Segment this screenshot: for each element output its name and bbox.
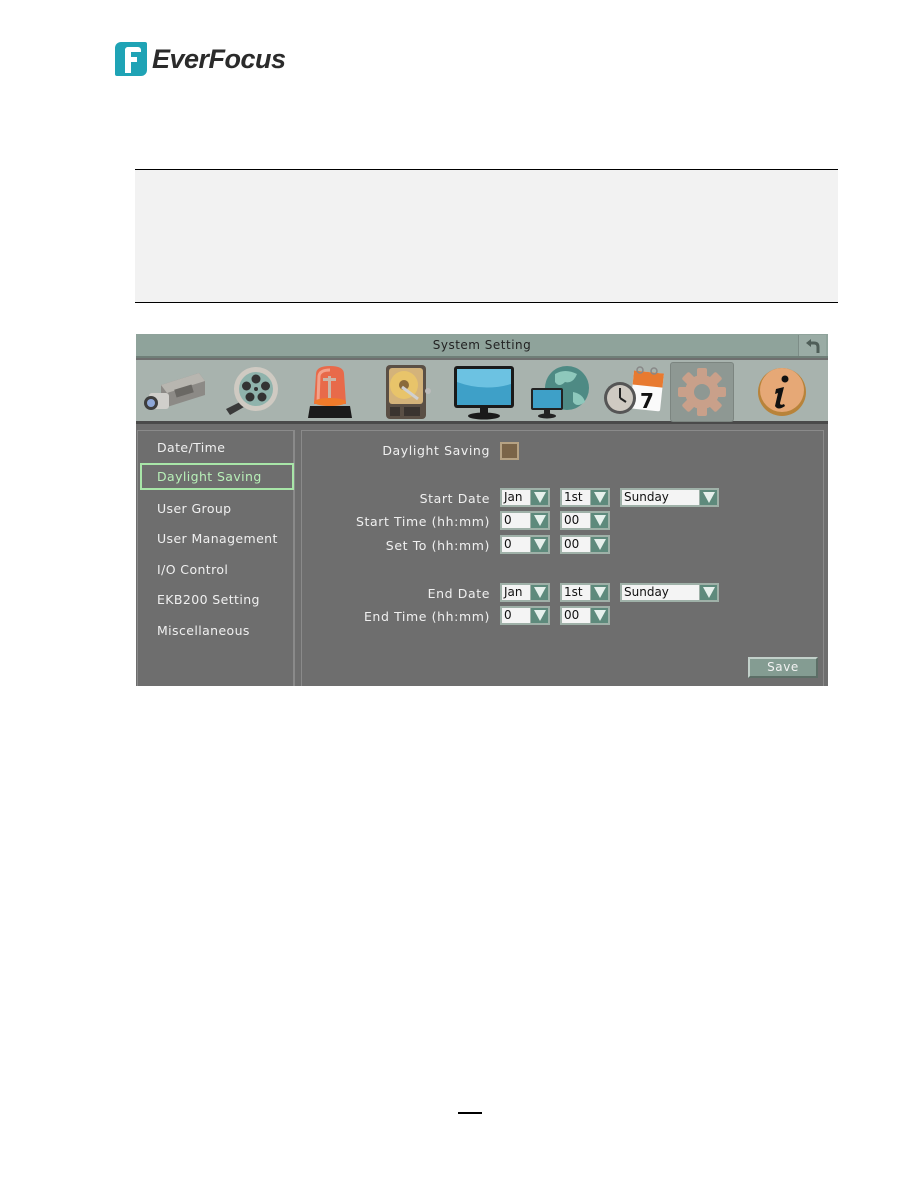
monitor-icon xyxy=(454,366,514,420)
start-date-label: Start Date xyxy=(419,491,490,506)
daylight-saving-checkbox[interactable] xyxy=(500,442,519,460)
sidebar-item-date-time[interactable]: Date/Time xyxy=(140,434,294,461)
gear-icon xyxy=(678,368,726,416)
end-hour-dropdown[interactable]: 0 xyxy=(500,606,550,625)
toolbar-system[interactable] xyxy=(670,362,734,422)
sidebar-item-ekb200-setting[interactable]: EKB200 Setting xyxy=(140,586,294,613)
sidebar-item-user-management[interactable]: User Management xyxy=(140,525,294,552)
toolbar-storage[interactable] xyxy=(372,362,444,422)
sidebar-item-io-control[interactable]: I/O Control xyxy=(140,556,294,583)
start-minute-dropdown[interactable]: 00 xyxy=(560,511,610,530)
set-to-label: Set To (hh:mm) xyxy=(385,538,490,553)
clock-calendar-icon: 7 xyxy=(604,366,664,414)
end-month-value: Jan xyxy=(504,585,523,599)
start-day-dropdown[interactable]: Sunday xyxy=(620,488,719,507)
start-minute-value: 00 xyxy=(564,513,580,527)
start-week-value: 1st xyxy=(564,490,583,504)
end-date-label: End Date xyxy=(427,586,490,601)
chevron-down-icon xyxy=(530,490,548,505)
camera-icon xyxy=(144,373,205,410)
sidebar-item-miscellaneous[interactable]: Miscellaneous xyxy=(140,617,294,644)
start-day-value: Sunday xyxy=(624,490,669,504)
start-time-label: Start Time (hh:mm) xyxy=(355,514,490,529)
end-week-dropdown[interactable]: 1st xyxy=(560,583,610,602)
page-number-mark xyxy=(458,1112,482,1114)
save-button[interactable]: Save xyxy=(748,657,818,678)
chevron-down-icon xyxy=(590,537,608,552)
system-setting-window: System Setting 7 Date/Time Daylight Savi… xyxy=(136,334,828,686)
toolbar-schedule[interactable]: 7 xyxy=(598,362,670,422)
set-to-hour-value: 0 xyxy=(504,537,512,551)
start-month-value: Jan xyxy=(504,490,523,504)
toolbar-network[interactable] xyxy=(524,362,596,422)
chevron-down-icon xyxy=(590,585,608,600)
chevron-down-icon xyxy=(590,513,608,528)
everfocus-logo: EverFocus xyxy=(115,42,286,76)
chevron-down-icon xyxy=(699,585,717,600)
set-to-minute-value: 00 xyxy=(564,537,580,551)
title-bar: System Setting xyxy=(136,334,828,358)
network-globe-icon xyxy=(531,366,589,419)
set-to-hour-dropdown[interactable]: 0 xyxy=(500,535,550,554)
end-month-dropdown[interactable]: Jan xyxy=(500,583,550,602)
chevron-down-icon xyxy=(530,585,548,600)
start-month-dropdown[interactable]: Jan xyxy=(500,488,550,507)
logo-text: EverFocus xyxy=(152,43,286,74)
sidebar: Date/Time Daylight Saving User Group Use… xyxy=(137,430,295,686)
toolbar-information[interactable] xyxy=(746,362,818,422)
window-title: System Setting xyxy=(432,338,532,352)
note-box xyxy=(135,169,838,303)
hard-disk-icon xyxy=(386,365,431,419)
chevron-down-icon xyxy=(530,537,548,552)
end-day-value: Sunday xyxy=(624,585,669,599)
chevron-down-icon xyxy=(590,608,608,623)
end-week-value: 1st xyxy=(564,585,583,599)
chevron-down-icon xyxy=(590,490,608,505)
end-day-dropdown[interactable]: Sunday xyxy=(620,583,719,602)
end-minute-value: 00 xyxy=(564,608,580,622)
daylight-saving-label: Daylight Saving xyxy=(382,443,490,458)
alarm-light-icon xyxy=(308,366,352,418)
film-reel-icon xyxy=(226,367,278,415)
chevron-down-icon xyxy=(699,490,717,505)
start-hour-value: 0 xyxy=(504,513,512,527)
undo-arrow-icon xyxy=(805,338,819,353)
chevron-down-icon xyxy=(530,513,548,528)
toolbar-event[interactable] xyxy=(294,362,366,422)
daylight-saving-panel: Daylight Saving Start Date Jan 1st Sunda… xyxy=(301,430,824,686)
toolbar-camera[interactable] xyxy=(138,362,210,422)
start-hour-dropdown[interactable]: 0 xyxy=(500,511,550,530)
start-week-dropdown[interactable]: 1st xyxy=(560,488,610,507)
logo-mark-icon xyxy=(115,42,147,76)
toolbar-display[interactable] xyxy=(448,362,520,422)
end-minute-dropdown[interactable]: 00 xyxy=(560,606,610,625)
info-icon xyxy=(758,368,806,416)
toolbar-record[interactable] xyxy=(216,362,288,422)
set-to-minute-dropdown[interactable]: 00 xyxy=(560,535,610,554)
sidebar-item-daylight-saving[interactable]: Daylight Saving xyxy=(140,463,294,490)
calendar-day-number: 7 xyxy=(640,389,654,413)
end-time-label: End Time (hh:mm) xyxy=(363,609,490,624)
chevron-down-icon xyxy=(530,608,548,623)
menu-icon-bar: 7 xyxy=(136,360,828,424)
end-hour-value: 0 xyxy=(504,608,512,622)
back-button[interactable] xyxy=(798,335,826,356)
sidebar-item-user-group[interactable]: User Group xyxy=(140,495,294,522)
